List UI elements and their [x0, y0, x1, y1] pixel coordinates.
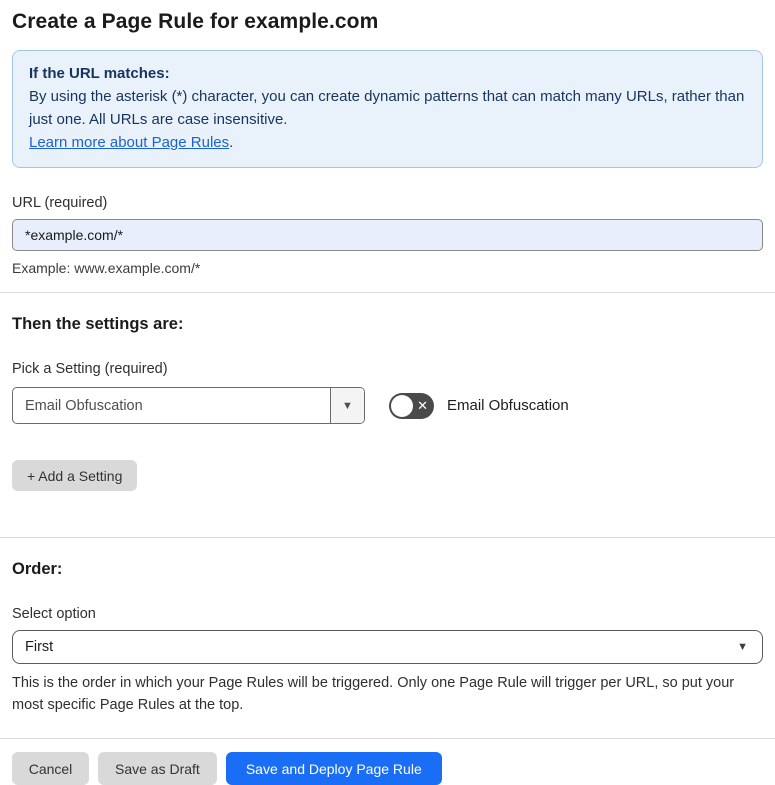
toggle-knob — [391, 394, 413, 417]
email-obfuscation-toggle[interactable]: ✕ — [389, 392, 434, 419]
order-section-heading: Order: — [12, 560, 63, 578]
order-select-value: First — [25, 639, 54, 655]
chevron-down-icon: ▼ — [342, 399, 353, 412]
divider — [0, 292, 775, 293]
toggle-label: Email Obfuscation — [447, 397, 569, 414]
save-and-deploy-button[interactable]: Save and Deploy Page Rule — [225, 752, 442, 785]
divider — [0, 738, 775, 739]
cancel-button[interactable]: Cancel — [12, 752, 89, 785]
info-box-body: By using the asterisk (*) character, you… — [29, 88, 745, 128]
learn-more-link[interactable]: Learn more about Page Rules — [29, 134, 229, 151]
order-select[interactable]: First ▼ — [12, 630, 763, 664]
info-box-heading: If the URL matches: — [29, 65, 170, 82]
save-as-draft-button[interactable]: Save as Draft — [98, 752, 217, 785]
toggle-off-x-icon: ✕ — [417, 397, 428, 413]
pick-setting-label: Pick a Setting (required) — [12, 361, 168, 377]
info-box-link-line: Learn more about Page Rules. — [29, 131, 746, 154]
url-matches-info-box: If the URL matches: By using the asteris… — [12, 50, 763, 168]
footer-actions: Cancel Save as Draft Save and Deploy Pag… — [12, 752, 763, 785]
url-field-label: URL (required) — [12, 195, 108, 211]
setting-row: Email Obfuscation ▼ ✕ Email Obfuscation — [12, 387, 763, 424]
link-period: . — [229, 134, 234, 151]
settings-section-heading: Then the settings are: — [12, 315, 184, 333]
chevron-down-icon: ▼ — [737, 641, 748, 653]
url-input[interactable] — [12, 219, 763, 251]
setting-select[interactable]: Email Obfuscation ▼ — [12, 387, 365, 424]
add-setting-button[interactable]: + Add a Setting — [12, 460, 138, 491]
order-helper-text: This is the order in which your Page Rul… — [12, 675, 735, 713]
email-obfuscation-toggle-group: ✕ Email Obfuscation — [389, 392, 569, 419]
page-title: Create a Page Rule for example.com — [12, 10, 379, 33]
setting-select-arrow-segment: ▼ — [330, 388, 364, 423]
divider — [0, 537, 775, 538]
url-example-helper: Example: www.example.com/* — [12, 260, 201, 276]
page-rule-form: Create a Page Rule for example.com If th… — [0, 10, 775, 785]
order-select-label: Select option — [12, 606, 96, 622]
setting-select-value: Email Obfuscation — [25, 397, 143, 414]
